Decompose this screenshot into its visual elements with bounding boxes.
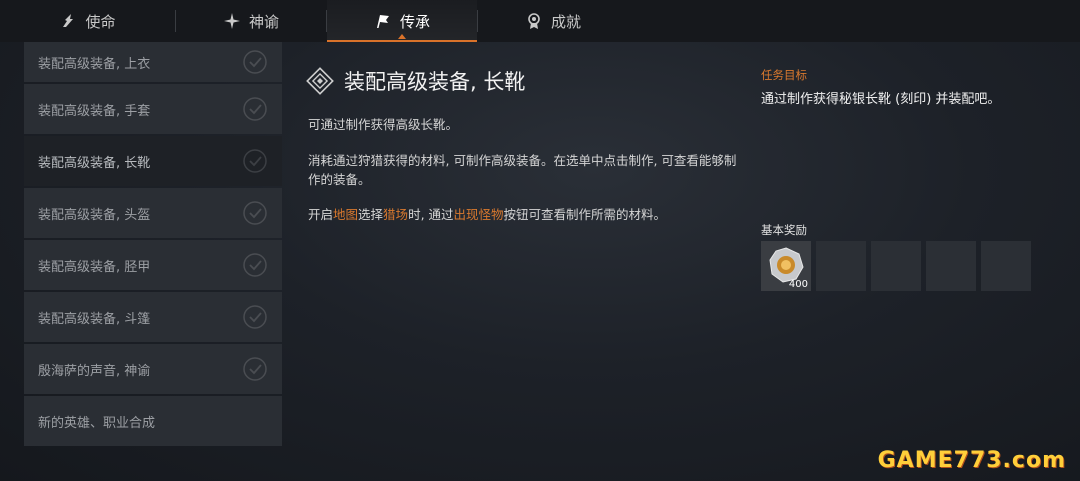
text: 开启 <box>308 207 334 222</box>
quest-item-helmet[interactable]: 装配高级装备, 头盔 <box>24 188 282 238</box>
quest-label: 殷海萨的声音, 神谕 <box>38 363 151 379</box>
quest-label: 装配高级装备, 手套 <box>38 103 151 119</box>
medal-icon <box>528 13 540 29</box>
tab-legacy[interactable]: 传承 <box>327 0 477 42</box>
detail-paragraph-3: 开启地图选择猎场时, 通过出现怪物按钮可查看制作所需的材料。 <box>308 205 738 224</box>
reward-slot-empty <box>871 241 921 291</box>
quest-item-gloves[interactable]: 装配高级装备, 手套 <box>24 84 282 134</box>
check-circle-icon <box>243 305 267 329</box>
star-icon <box>223 13 240 29</box>
text: 按钮可查看制作所需的材料。 <box>503 207 667 222</box>
text: 选择 <box>358 207 384 222</box>
monster-link[interactable]: 出现怪物 <box>454 207 504 222</box>
check-circle-icon <box>243 97 267 121</box>
tab-achievement[interactable]: 成就 <box>478 0 628 42</box>
check-circle-icon <box>243 253 267 277</box>
detail-paragraph-1: 可通过制作获得高级长靴。 <box>308 117 459 132</box>
quest-label: 装配高级装备, 头盔 <box>38 207 151 223</box>
check-circle-icon <box>243 50 267 74</box>
tab-label: 传承 <box>399 12 430 31</box>
reward-quantity: 400 <box>788 279 808 290</box>
quest-label: 装配高级装备, 胫甲 <box>38 259 151 275</box>
quest-label: 装配高级装备, 斗篷 <box>38 311 151 327</box>
detail-header: 装配高级装备, 长靴 <box>306 66 525 96</box>
page-title: 装配高级装备, 长靴 <box>344 70 526 94</box>
tab-oracle[interactable]: 神谕 <box>176 0 326 42</box>
goal-label: 任务目标 <box>761 68 807 82</box>
reward-slot[interactable]: 400 <box>761 241 811 291</box>
quest-label: 新的英雄、职业合成 <box>38 415 156 431</box>
map-link[interactable]: 地图 <box>333 207 358 222</box>
quest-item-boots[interactable]: 装配高级装备, 长靴 <box>24 136 282 186</box>
wing-icon <box>63 14 74 27</box>
reward-slot-empty <box>926 241 976 291</box>
quest-emblem-icon <box>306 67 334 95</box>
tab-label: 神谕 <box>248 12 279 31</box>
tab-mission[interactable]: 使命 <box>0 0 175 42</box>
hunting-ground-link[interactable]: 猎场 <box>383 207 408 222</box>
watermark: GAME773.com <box>877 448 1066 473</box>
flag-icon <box>376 15 389 28</box>
reward-slots: 400 <box>761 241 1031 291</box>
tab-label: 使命 <box>85 12 116 31</box>
check-circle-icon <box>243 201 267 225</box>
detail-paragraph-2: 消耗通过狩猎获得的材料, 可制作高级装备。在选单中点击制作, 可查看能够制作的装… <box>308 153 737 187</box>
quest-item-top[interactable]: 装配高级装备, 上衣 <box>24 42 282 82</box>
top-tab-bar: 使命 神谕 传承 成就 <box>0 0 1080 42</box>
check-circle-icon <box>243 149 267 173</box>
active-tab-caret <box>398 34 406 39</box>
tab-label: 成就 <box>550 12 581 31</box>
reward-label: 基本奖励 <box>761 223 807 237</box>
quest-label: 装配高级装备, 上衣 <box>38 56 151 72</box>
check-circle-icon <box>243 357 267 381</box>
reward-slot-empty <box>816 241 866 291</box>
quest-item-cloak[interactable]: 装配高级装备, 斗篷 <box>24 292 282 342</box>
quest-list: 装配高级装备, 上衣 装配高级装备, 手套 装配高级装备, 长靴 装配高级装备,… <box>24 42 282 452</box>
quest-label: 装配高级装备, 长靴 <box>38 155 151 171</box>
goal-text: 通过制作获得秘银长靴 (刻印) 并装配吧。 <box>761 92 1001 107</box>
quest-item-new-hero[interactable]: 新的英雄、职业合成 <box>24 396 282 446</box>
text: 时, 通过 <box>408 207 454 222</box>
reward-slot-empty <box>981 241 1031 291</box>
quest-item-greaves[interactable]: 装配高级装备, 胫甲 <box>24 240 282 290</box>
quest-item-voice[interactable]: 殷海萨的声音, 神谕 <box>24 344 282 394</box>
